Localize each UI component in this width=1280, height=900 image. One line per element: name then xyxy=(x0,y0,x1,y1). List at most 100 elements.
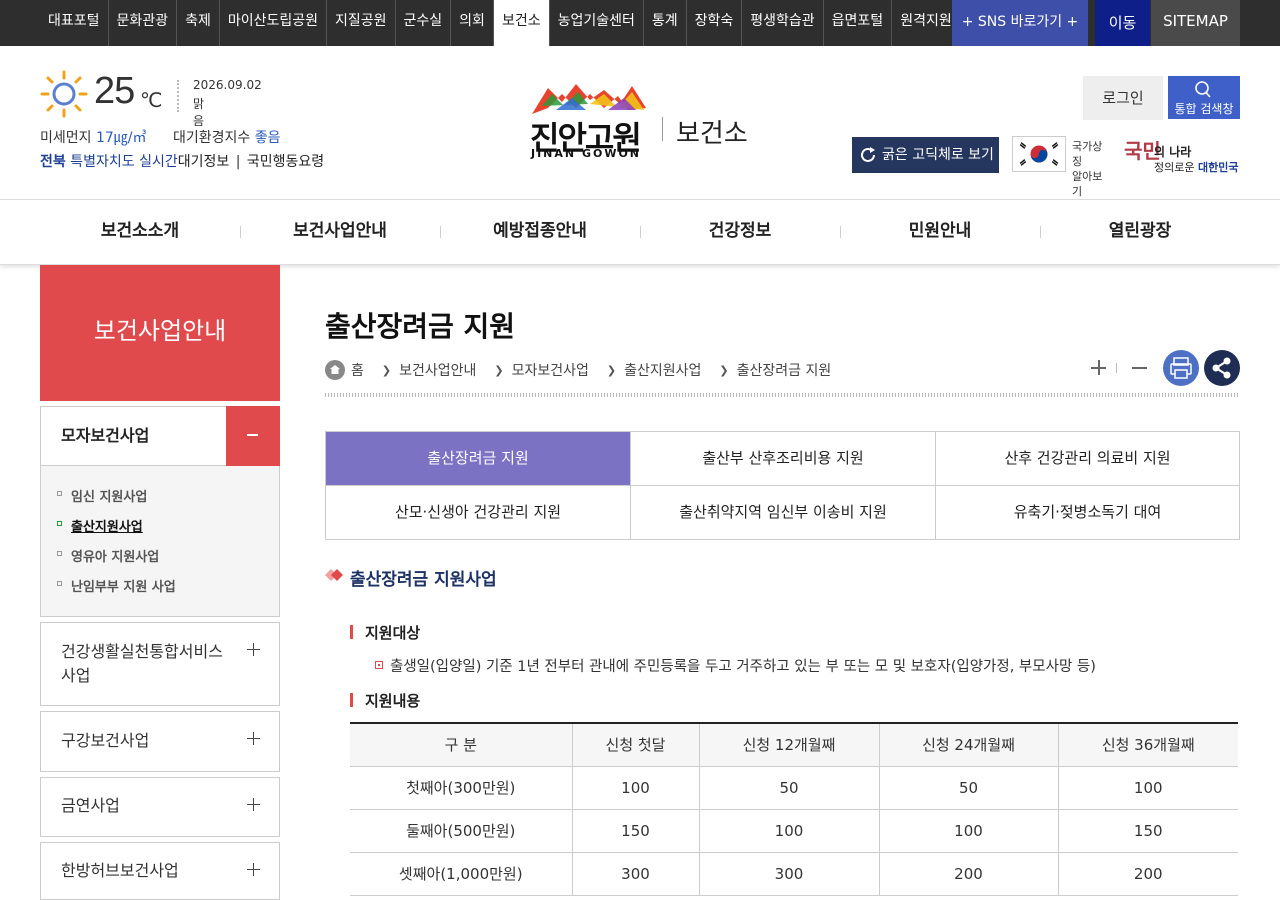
region-label: 전북 xyxy=(40,154,66,170)
chevron-right-icon: ❯ xyxy=(494,363,504,377)
action-guide-link[interactable]: 국민행동요령 xyxy=(247,154,324,170)
breadcrumb-item[interactable]: 모자보건사업 xyxy=(512,360,589,380)
search-button[interactable]: 통합 검색창 xyxy=(1168,76,1240,119)
breadcrumb-item[interactable]: 출산지원사업 xyxy=(624,360,701,380)
portal-link[interactable]: 축제 xyxy=(177,0,220,46)
gnb-item[interactable]: 민원안내 xyxy=(840,200,1040,264)
zoom-out-icon[interactable] xyxy=(1132,360,1148,376)
portal-link[interactable]: 지질공원 xyxy=(327,0,396,46)
weather-condition: 맑음 xyxy=(193,97,205,128)
portal-link[interactable]: 군수실 xyxy=(396,0,452,46)
sidebar-item-label: 구강보건사업 xyxy=(61,731,150,750)
sidebar-item[interactable]: 건강생활실천통합서비스사업 xyxy=(40,622,280,706)
breadcrumb-item[interactable]: 보건사업안내 xyxy=(399,360,476,380)
submenu-item[interactable]: 난임부부 지원 사업 xyxy=(57,576,176,595)
sidebar-item[interactable]: 한방허브보건사업 xyxy=(40,842,280,900)
tab-active[interactable]: 출산장려금 지원 xyxy=(326,432,631,486)
table-cell: 100 xyxy=(879,809,1059,853)
portal-link[interactable]: 읍면포털 xyxy=(824,0,893,46)
portal-link[interactable]: 대표포털 xyxy=(40,0,109,46)
portal-link[interactable]: 통계 xyxy=(644,0,687,46)
gnb-item[interactable]: 건강정보 xyxy=(640,200,840,264)
portal-link[interactable]: 장학숙 xyxy=(687,0,743,46)
expand-icon[interactable] xyxy=(247,732,261,746)
expand-icon[interactable] xyxy=(247,798,261,812)
sidebar-item[interactable]: 구강보건사업 xyxy=(40,711,280,772)
breadcrumb-item[interactable]: 홈 xyxy=(351,360,364,380)
air-info-link[interactable]: 대기정보 xyxy=(178,154,230,170)
tab[interactable]: 출산취약지역 임신부 이송비 지원 xyxy=(631,486,936,540)
gnb-item[interactable]: 보건소소개 xyxy=(40,200,240,264)
search-label: 통합 검색창 xyxy=(1174,102,1234,116)
support-table: 구 분 신청 첫달 신청 12개월째 신청 24개월째 신청 36개월째 첫째아… xyxy=(350,722,1238,896)
sidebar-submenu: 임신 지원사업 출산지원사업 영유아 지원사업 난임부부 지원 사업 xyxy=(40,466,280,617)
realtime-label: 실시간 xyxy=(139,154,178,170)
portal-link[interactable]: 농업기술센터 xyxy=(550,0,644,46)
national-symbol-link[interactable]: 국가상징 알아보기 xyxy=(1072,139,1112,199)
collapse-icon[interactable] xyxy=(226,406,280,466)
expand-icon[interactable] xyxy=(247,643,261,657)
target-description: 출생일(입양일) 기준 1년 전부터 관내에 주민등록을 두고 거주하고 있는 … xyxy=(375,655,1096,676)
square-bullet-icon xyxy=(57,491,62,496)
sidebar-item[interactable]: 금연사업 xyxy=(40,777,280,837)
table-header: 신청 12개월째 xyxy=(699,722,880,767)
sidebar-item-active[interactable]: 모자보건사업 xyxy=(40,406,280,466)
submenu-label: 영유아 지원사업 xyxy=(71,550,160,565)
portal-links: 대표포털 문화관광 축제 마이산도립공원 지질공원 군수실 의회 보건소 농업기… xyxy=(40,0,961,46)
table-header: 신청 24개월째 xyxy=(879,722,1059,767)
login-button[interactable]: 로그인 xyxy=(1083,76,1163,120)
top-bar: 대표포털 문화관광 축제 마이산도립공원 지질공원 군수실 의회 보건소 농업기… xyxy=(0,0,1280,46)
zoom-in-icon[interactable] xyxy=(1091,360,1107,376)
portal-link[interactable]: 마이산도립공원 xyxy=(220,0,327,46)
submenu-item[interactable]: 임신 지원사업 xyxy=(57,486,148,505)
tab[interactable]: 출산부 산후조리비용 지원 xyxy=(631,432,936,486)
korean-flag-icon[interactable] xyxy=(1012,136,1066,172)
tab[interactable]: 산모·신생아 건강관리 지원 xyxy=(326,486,631,540)
gnb-item[interactable]: 열린광장 xyxy=(1040,200,1240,264)
submenu-item[interactable]: 영유아 지원사업 xyxy=(57,546,160,565)
citizen-slogan-logo[interactable]: 국민 의 나라 정의로운 대한민국 xyxy=(1120,133,1240,175)
divider: | xyxy=(235,154,241,170)
tab[interactable]: 산후 건강관리 의료비 지원 xyxy=(935,432,1240,486)
gnb-item[interactable]: 보건사업안내 xyxy=(240,200,440,264)
expand-icon[interactable] xyxy=(247,863,261,877)
square-bullet-icon xyxy=(57,581,62,586)
sidebar-item-label: 금연사업 xyxy=(61,796,120,815)
breadcrumb: 홈 ❯ 보건사업안내 ❯ 모자보건사업 ❯ 출산지원사업 ❯ 출산장려금 지원 xyxy=(325,358,831,382)
air-index-label: 대기환경지수 xyxy=(172,130,251,146)
sns-button[interactable]: + SNS 바로가기 + xyxy=(952,0,1088,46)
share-button[interactable] xyxy=(1204,350,1240,386)
portal-link[interactable]: 문화관광 xyxy=(109,0,178,46)
portal-link[interactable]: 원격지원 xyxy=(892,0,961,46)
table-cell: 100 xyxy=(572,766,700,810)
sub-title: 지원대상 xyxy=(350,622,420,643)
table-cell: 300 xyxy=(572,852,700,896)
tab[interactable]: 유축기·젖병소독기 대여 xyxy=(935,486,1240,540)
table-header: 신청 첫달 xyxy=(572,722,700,767)
chevron-right-icon: ❯ xyxy=(606,363,617,377)
table-header-row: 구 분 신청 첫달 신청 12개월째 신청 24개월째 신청 36개월째 xyxy=(350,722,1238,767)
sitemap-button[interactable]: SITEMAP xyxy=(1151,0,1240,46)
table-row: 셋째아(1,000만원) 300 300 200 200 xyxy=(350,852,1238,896)
page-title: 출산장려금 지원 xyxy=(325,310,516,343)
dust-label: 미세먼지 xyxy=(40,130,92,146)
move-button[interactable]: 이동 xyxy=(1095,0,1150,46)
taegeuk-icon xyxy=(1019,142,1059,166)
submenu-item-active[interactable]: 출산지원사업 xyxy=(57,516,143,535)
portal-link-active[interactable]: 보건소 xyxy=(493,0,550,46)
bold-font-button[interactable]: 굵은 고딕체로 보기 xyxy=(852,137,999,173)
submenu-label: 임신 지원사업 xyxy=(71,490,148,505)
site-logo[interactable]: 진안고원 JINAN GOWON xyxy=(528,80,650,162)
print-icon xyxy=(1170,357,1192,379)
table-header: 구 분 xyxy=(350,722,573,767)
sidebar-item-label: 건강생활실천통합서비스사업 xyxy=(61,642,223,685)
table-cell: 150 xyxy=(1058,809,1238,853)
sub-title: 지원내용 xyxy=(350,690,420,711)
portal-link[interactable]: 의회 xyxy=(451,0,494,46)
slogan-sub: 의 나라 xyxy=(1154,145,1192,159)
gnb-item[interactable]: 예방접종안내 xyxy=(440,200,640,264)
portal-link[interactable]: 평생학습관 xyxy=(742,0,824,46)
table-cell: 100 xyxy=(1058,766,1238,810)
print-button[interactable] xyxy=(1163,350,1199,386)
home-icon[interactable] xyxy=(325,360,345,380)
